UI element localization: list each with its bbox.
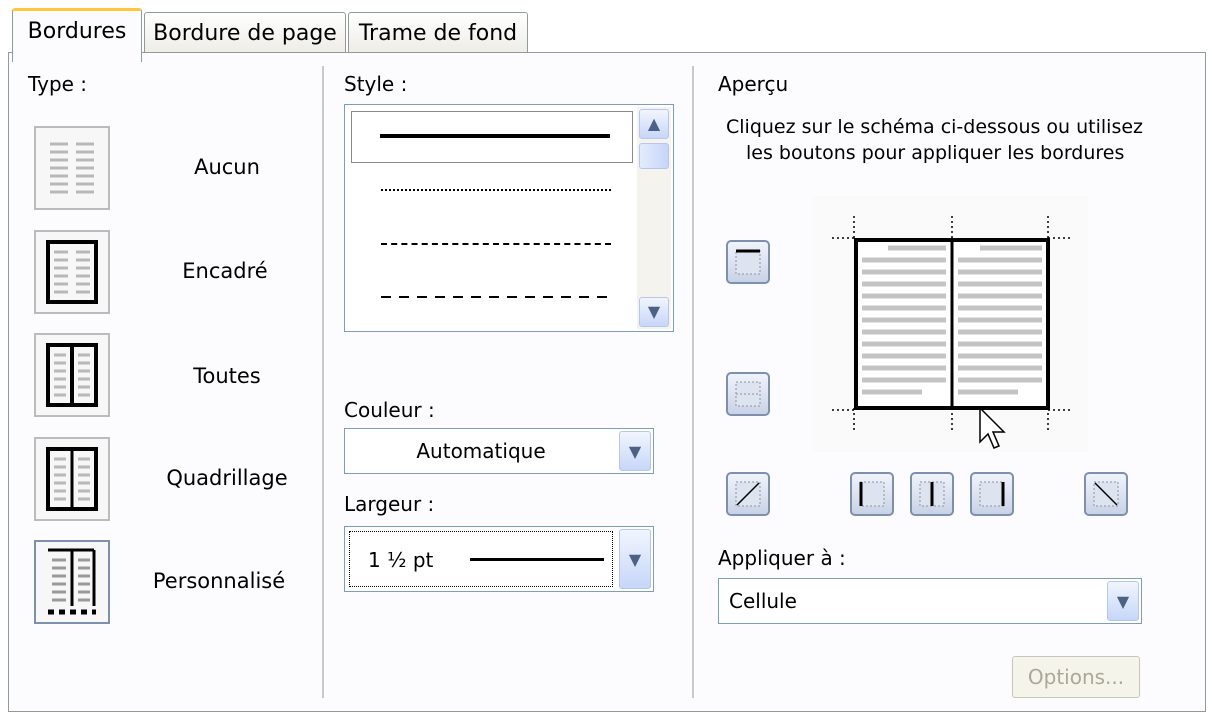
chevron-down-icon[interactable]: ▼ xyxy=(1107,581,1139,621)
line-width-preview xyxy=(470,558,604,561)
border-inside-horizontal-button[interactable] xyxy=(726,372,770,416)
border-all-icon[interactable] xyxy=(34,333,110,417)
border-box-icon[interactable] xyxy=(34,230,110,314)
scroll-up-button[interactable]: ▲ xyxy=(639,109,669,139)
border-custom-icon[interactable] xyxy=(34,540,110,624)
chevron-down-icon[interactable]: ▼ xyxy=(619,529,651,589)
tab-trame-de-fond[interactable]: Trame de fond xyxy=(348,12,528,56)
apercu-instructions-line1: Cliquez sur le schéma ci-dessous ou util… xyxy=(726,116,1144,138)
tab-label: Bordure de page xyxy=(153,21,337,46)
options-button[interactable]: Options... xyxy=(1012,656,1140,698)
style-item-dashed-short[interactable] xyxy=(381,243,611,245)
border-diagonal-down-button[interactable] xyxy=(1084,472,1128,516)
border-inside-vertical-button[interactable] xyxy=(910,472,954,516)
border-left-icon xyxy=(859,481,885,507)
border-right-icon xyxy=(979,481,1005,507)
border-grid-icon[interactable] xyxy=(34,437,110,521)
appliquer-label: Appliquer à : xyxy=(718,546,846,570)
apercu-instructions-line2: les boutons pour appliquer les bordures xyxy=(746,142,1125,164)
tab-bordures[interactable]: Bordures xyxy=(12,8,142,62)
type-heading: Type : xyxy=(28,72,88,96)
largeur-dropdown[interactable]: 1 ½ pt ▼ xyxy=(344,526,654,592)
style-item-solid[interactable] xyxy=(351,111,633,163)
diagonal-down-icon xyxy=(1093,481,1119,507)
style-scrollbar[interactable]: ▲ ▼ xyxy=(637,107,671,329)
appliquer-value: Cellule xyxy=(729,589,797,613)
border-top-button[interactable] xyxy=(726,240,770,284)
style-item-dotted[interactable] xyxy=(381,189,611,191)
scroll-down-button[interactable]: ▼ xyxy=(639,297,669,327)
appliquer-dropdown[interactable]: Cellule ▼ xyxy=(718,578,1142,624)
column-divider xyxy=(322,66,325,698)
border-top-icon xyxy=(735,249,761,275)
type-option-label[interactable]: Quadrillage xyxy=(142,466,312,490)
type-option-label[interactable]: Toutes xyxy=(142,364,312,388)
couleur-value: Automatique xyxy=(416,439,546,463)
style-heading: Style : xyxy=(344,72,408,96)
type-option-label[interactable]: Personnalisé xyxy=(134,569,304,593)
largeur-selection: 1 ½ pt xyxy=(349,531,613,587)
style-list[interactable]: ▲ ▼ xyxy=(344,104,674,332)
couleur-dropdown[interactable]: Automatique ▼ xyxy=(344,428,654,474)
apercu-heading: Aperçu xyxy=(718,72,789,96)
tab-label: Bordures xyxy=(27,19,127,44)
border-none-icon[interactable] xyxy=(34,126,110,210)
chevron-down-icon[interactable]: ▼ xyxy=(619,431,651,471)
style-item-dashed-long[interactable] xyxy=(381,296,611,298)
border-preview[interactable] xyxy=(812,196,1088,452)
border-right-button[interactable] xyxy=(970,472,1014,516)
mouse-cursor-icon xyxy=(979,406,1006,449)
border-diagonal-up-button[interactable] xyxy=(726,472,770,516)
column-divider xyxy=(692,66,695,698)
type-option-label[interactable]: Aucun xyxy=(142,155,312,179)
tab-label: Trame de fond xyxy=(358,21,518,46)
couleur-label: Couleur : xyxy=(344,398,435,422)
tab-bordure-de-page[interactable]: Bordure de page xyxy=(144,12,346,56)
border-inside-horizontal-icon xyxy=(735,381,761,407)
largeur-label: Largeur : xyxy=(344,492,435,516)
border-inside-vertical-icon xyxy=(919,481,945,507)
type-option-label[interactable]: Encadré xyxy=(140,259,310,283)
largeur-value: 1 ½ pt xyxy=(368,548,434,572)
scroll-thumb[interactable] xyxy=(639,143,669,169)
diagonal-up-icon xyxy=(735,481,761,507)
border-left-button[interactable] xyxy=(850,472,894,516)
